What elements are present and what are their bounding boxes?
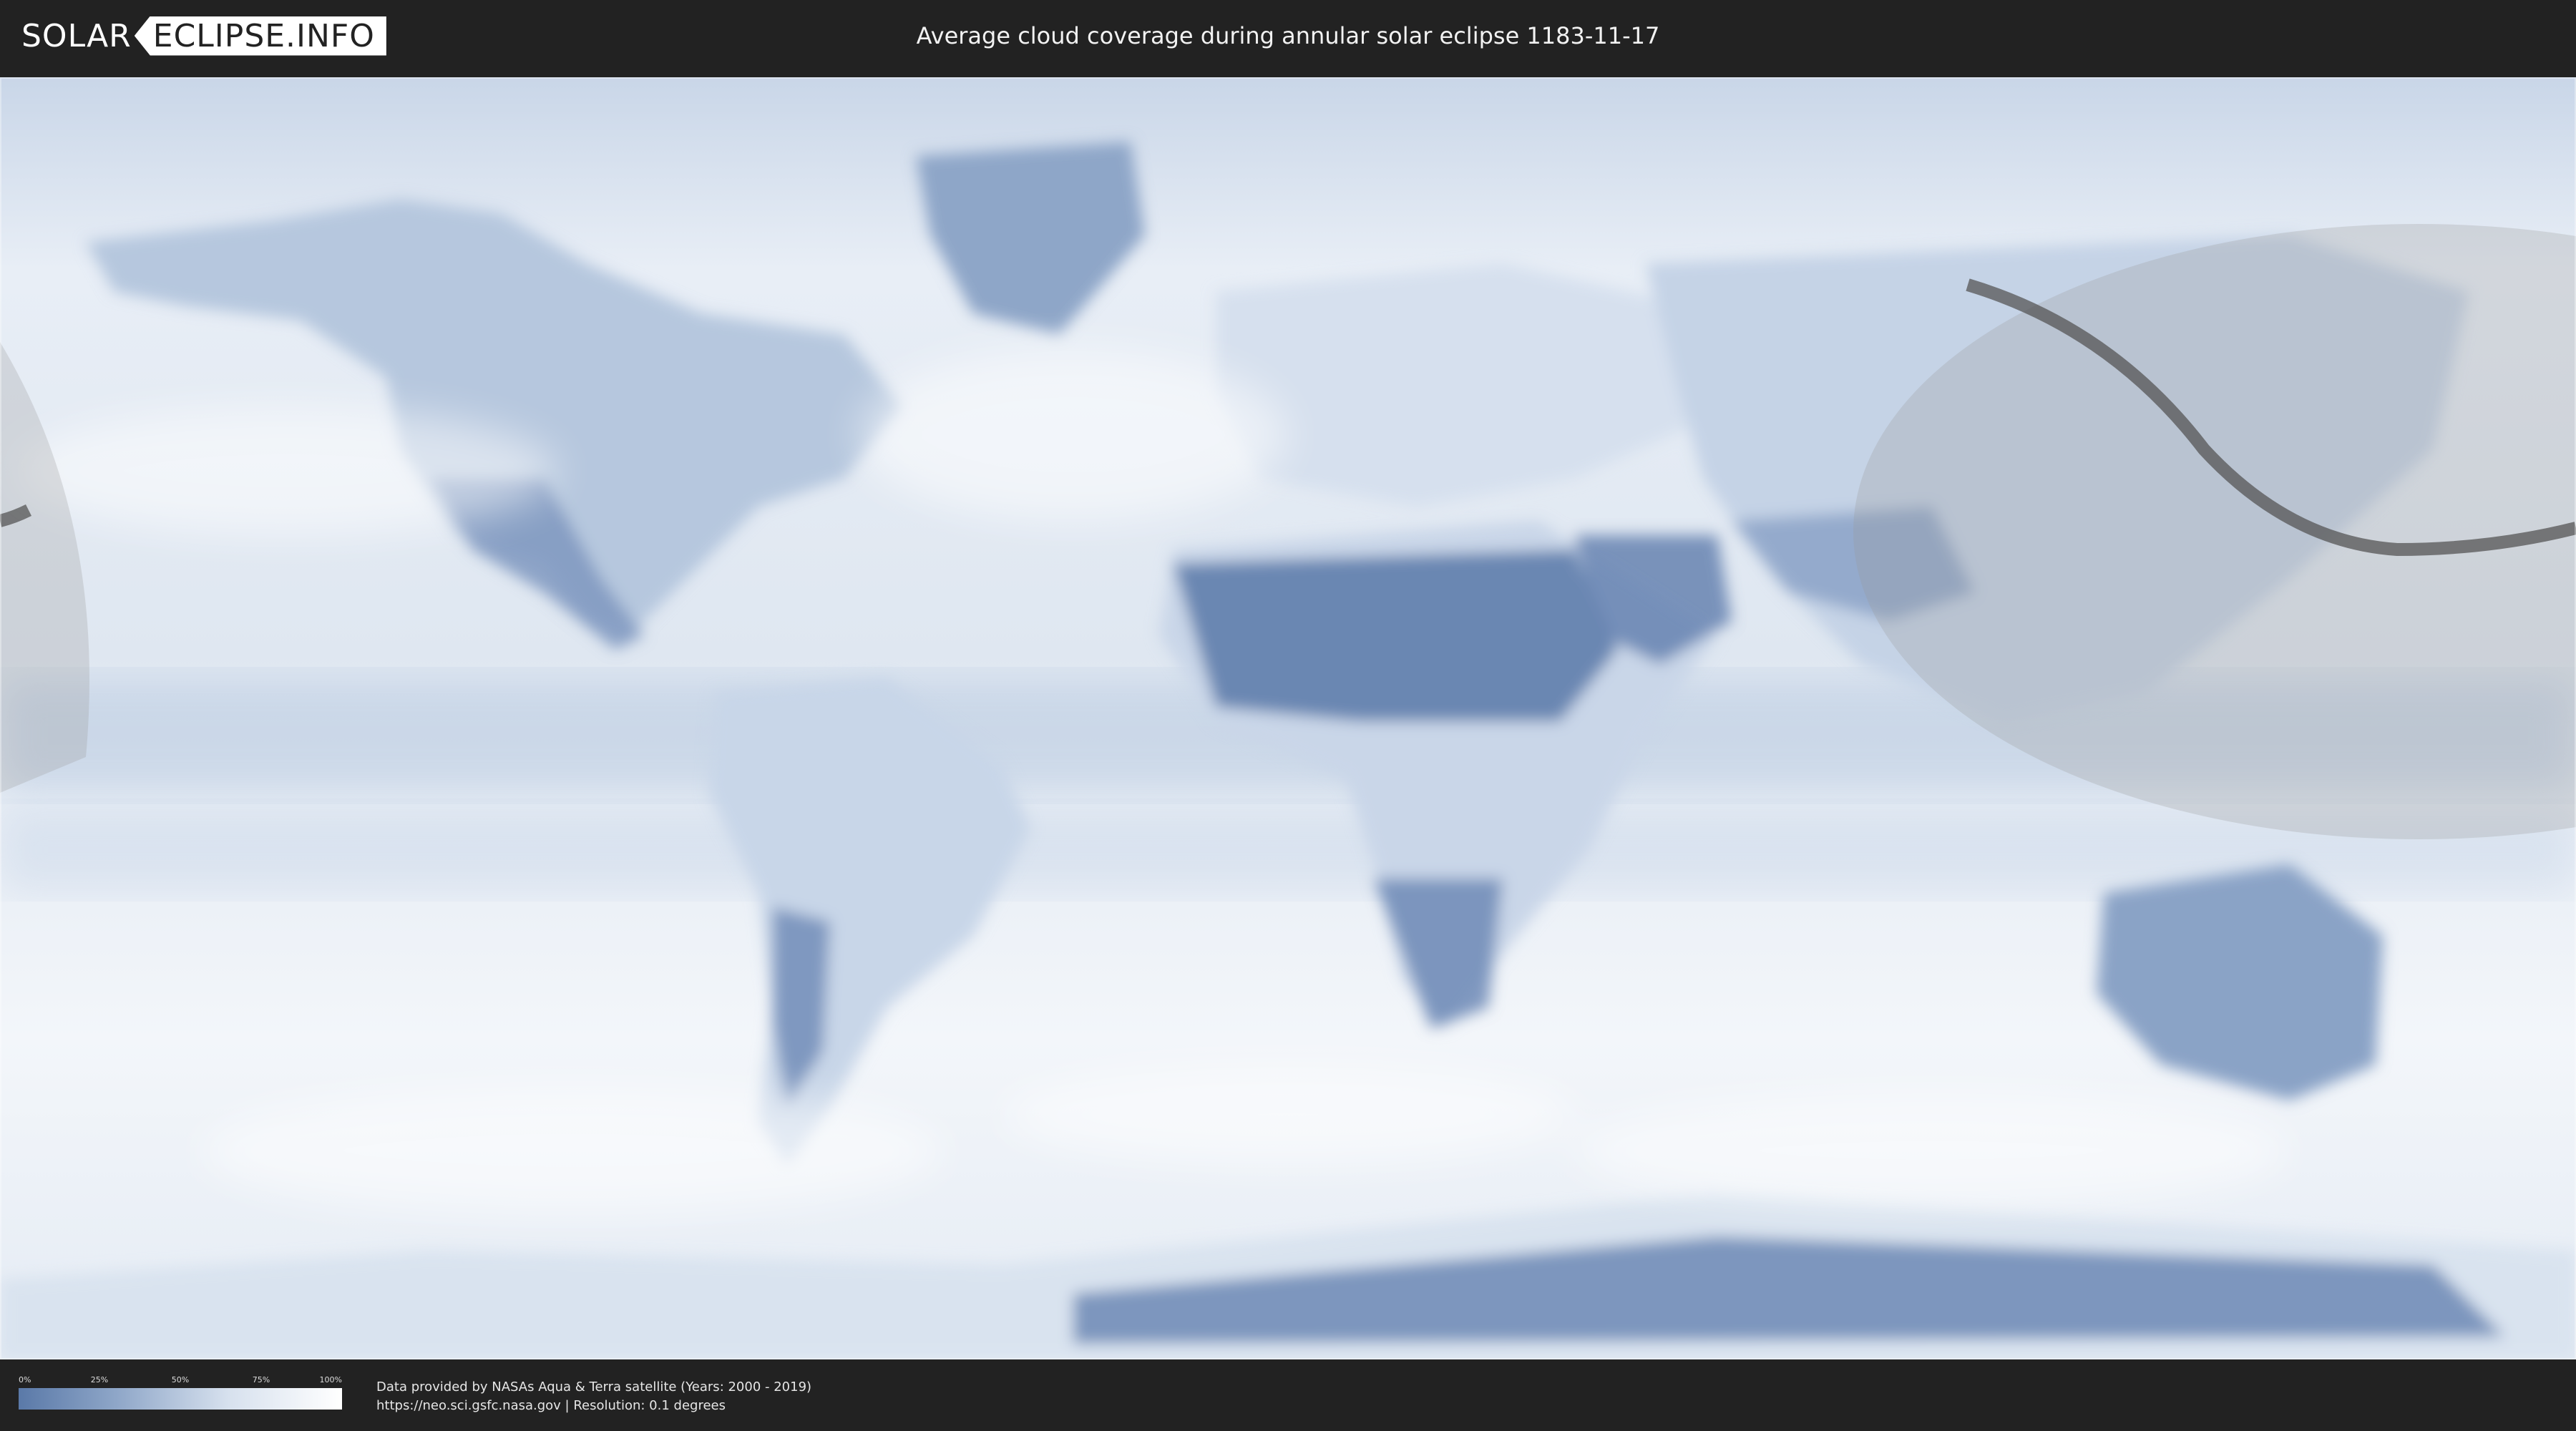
- world-map-svg: [0, 77, 2576, 1359]
- cloud-coverage-legend: 0% 25% 50% 75% 100%: [19, 1375, 342, 1415]
- legend-tick-50: 50%: [171, 1375, 190, 1384]
- data-credits: Data provided by NASAs Aqua & Terra sate…: [376, 1378, 811, 1415]
- cloud-coverage-map: [0, 77, 2576, 1359]
- legend-color-bar: [19, 1388, 342, 1410]
- credits-url: https://neo.sci.gsfc.nasa.gov | Resoluti…: [376, 1398, 726, 1413]
- page-title: Average cloud coverage during annular so…: [916, 22, 1660, 49]
- legend-ticks: 0% 25% 50% 75% 100%: [19, 1375, 342, 1388]
- legend-tick-100: 100%: [319, 1375, 342, 1384]
- sahara-clear: [1174, 550, 1617, 721]
- legend-tick-75: 75%: [252, 1375, 270, 1384]
- credits-source: Data provided by NASAs Aqua & Terra sate…: [376, 1379, 812, 1395]
- legend-tick-0: 0%: [19, 1375, 31, 1384]
- header-bar: SOLAR ECLIPSE.INFO Average cloud coverag…: [0, 0, 2576, 72]
- legend-tick-25: 25%: [90, 1375, 109, 1384]
